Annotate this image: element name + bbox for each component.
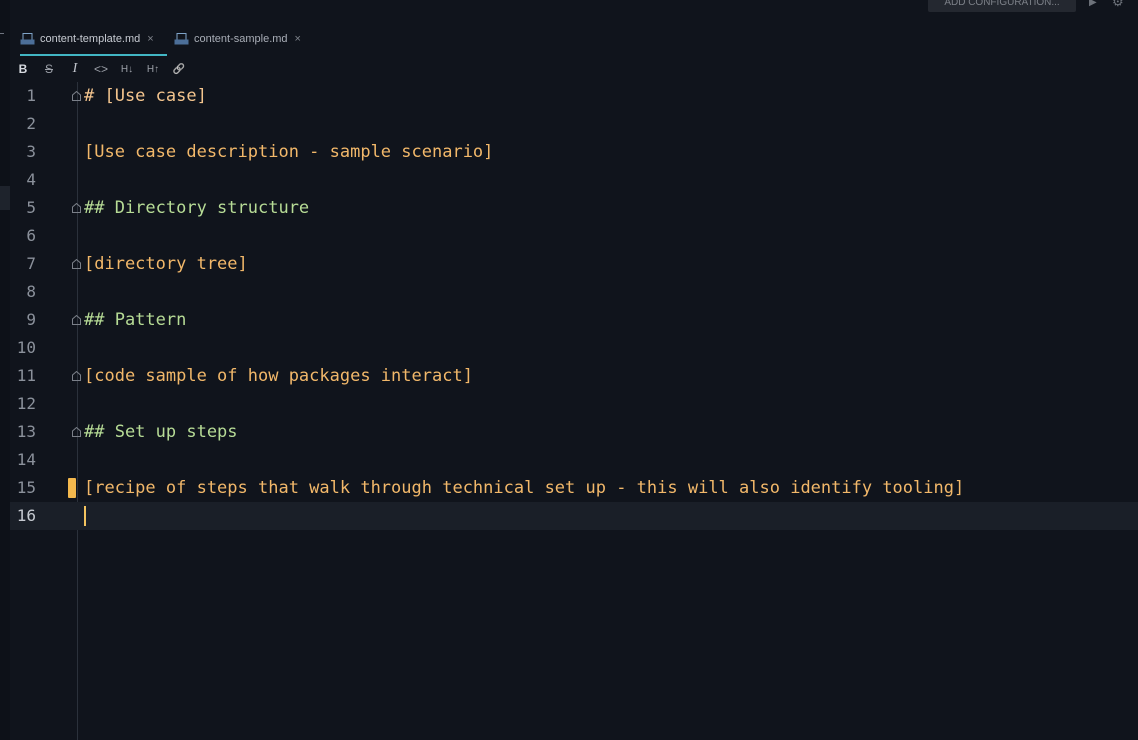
strip-marker-active <box>0 186 10 210</box>
editor-line[interactable]: 16 <box>10 502 1138 530</box>
line-number: 7 <box>26 254 36 273</box>
line-text: ## Set up steps <box>84 422 238 442</box>
add-configuration-button[interactable]: ADD CONFIGURATION... <box>928 0 1076 12</box>
line-number: 4 <box>26 170 36 189</box>
close-icon[interactable]: × <box>147 33 153 45</box>
header-decrease-button[interactable]: H↓ <box>114 64 140 75</box>
line-number: 2 <box>26 114 36 133</box>
editor-line[interactable]: 13 ## Set up steps <box>10 418 1138 446</box>
line-number: 6 <box>26 226 36 245</box>
line-number: 12 <box>16 394 36 413</box>
editor-line[interactable]: 12 <box>10 390 1138 418</box>
fold-marker-icon[interactable] <box>72 203 81 213</box>
editor-line[interactable]: 4 <box>10 166 1138 194</box>
line-number: 1 <box>26 86 36 105</box>
tab-label: content-template.md <box>40 33 141 45</box>
editor-line[interactable]: 14 <box>10 446 1138 474</box>
fold-marker-icon[interactable] <box>72 259 81 269</box>
tab-content-sample[interactable]: content-sample.md × <box>174 22 314 56</box>
markdown-file-icon <box>20 33 35 45</box>
left-tool-strip <box>0 0 10 740</box>
line-number: 15 <box>16 478 36 497</box>
line-text: [code sample of how packages interact] <box>84 366 473 386</box>
editor-line[interactable]: 8 <box>10 278 1138 306</box>
tab-label: content-sample.md <box>194 33 288 45</box>
strikethrough-button[interactable]: S <box>36 62 62 76</box>
editor-line[interactable]: 6 <box>10 222 1138 250</box>
editor-line[interactable]: 5 ## Directory structure <box>10 194 1138 222</box>
line-number: 8 <box>26 282 36 301</box>
line-text: ## Directory structure <box>84 198 310 218</box>
gear-icon[interactable]: ⚙ <box>1112 0 1124 10</box>
line-number: 16 <box>16 506 36 525</box>
editor-line[interactable]: 3 [Use case description - sample scenario… <box>10 138 1138 166</box>
fold-marker-icon[interactable] <box>72 315 81 325</box>
text-cursor <box>84 506 86 526</box>
code-editor[interactable]: 1 # [Use case] 2 3 [Use case description - s… <box>10 82 1138 740</box>
close-icon[interactable]: × <box>295 33 301 45</box>
fold-marker-icon[interactable] <box>72 91 81 101</box>
link-button[interactable]: 🔗 <box>166 64 192 75</box>
editor-line[interactable]: 10 <box>10 334 1138 362</box>
run-icon[interactable]: ▶ <box>1089 0 1097 8</box>
line-text: [directory tree] <box>84 254 248 274</box>
editor-line[interactable]: 1 # [Use case] <box>10 82 1138 110</box>
line-number: 11 <box>16 366 36 385</box>
line-number: 9 <box>26 310 36 329</box>
markdown-toolbar: B S I <> H↓ H↑ 🔗 <box>10 56 1138 82</box>
fold-marker-icon[interactable] <box>72 427 81 437</box>
line-number: 14 <box>16 450 36 469</box>
editor-line[interactable]: 2 <box>10 110 1138 138</box>
markdown-file-icon <box>174 33 189 45</box>
header-increase-button[interactable]: H↑ <box>140 64 166 75</box>
line-text: # [Use case] <box>84 86 207 106</box>
line-number: 3 <box>26 142 36 161</box>
editor-line[interactable]: 7 [directory tree] <box>10 250 1138 278</box>
strip-marker <box>0 33 4 34</box>
line-text: [recipe of steps that walk through techn… <box>84 478 965 498</box>
line-text: [Use case description - sample scenario] <box>84 142 494 162</box>
line-number: 10 <box>16 338 36 357</box>
editor-line[interactable]: 9 ## Pattern <box>10 306 1138 334</box>
editor-line[interactable]: 15 [recipe of steps that walk through tec… <box>10 474 1138 502</box>
fold-marker-icon[interactable] <box>72 371 81 381</box>
tab-content-template[interactable]: content-template.md × <box>20 22 167 56</box>
line-text: ## Pattern <box>84 310 187 330</box>
line-number: 5 <box>26 198 36 217</box>
editor-line[interactable]: 11 [code sample of how packages interact] <box>10 362 1138 390</box>
code-button[interactable]: <> <box>88 62 114 76</box>
bold-button[interactable]: B <box>10 62 36 76</box>
italic-button[interactable]: I <box>62 61 88 77</box>
intention-bulb-icon[interactable] <box>68 478 76 498</box>
line-number: 13 <box>16 422 36 441</box>
